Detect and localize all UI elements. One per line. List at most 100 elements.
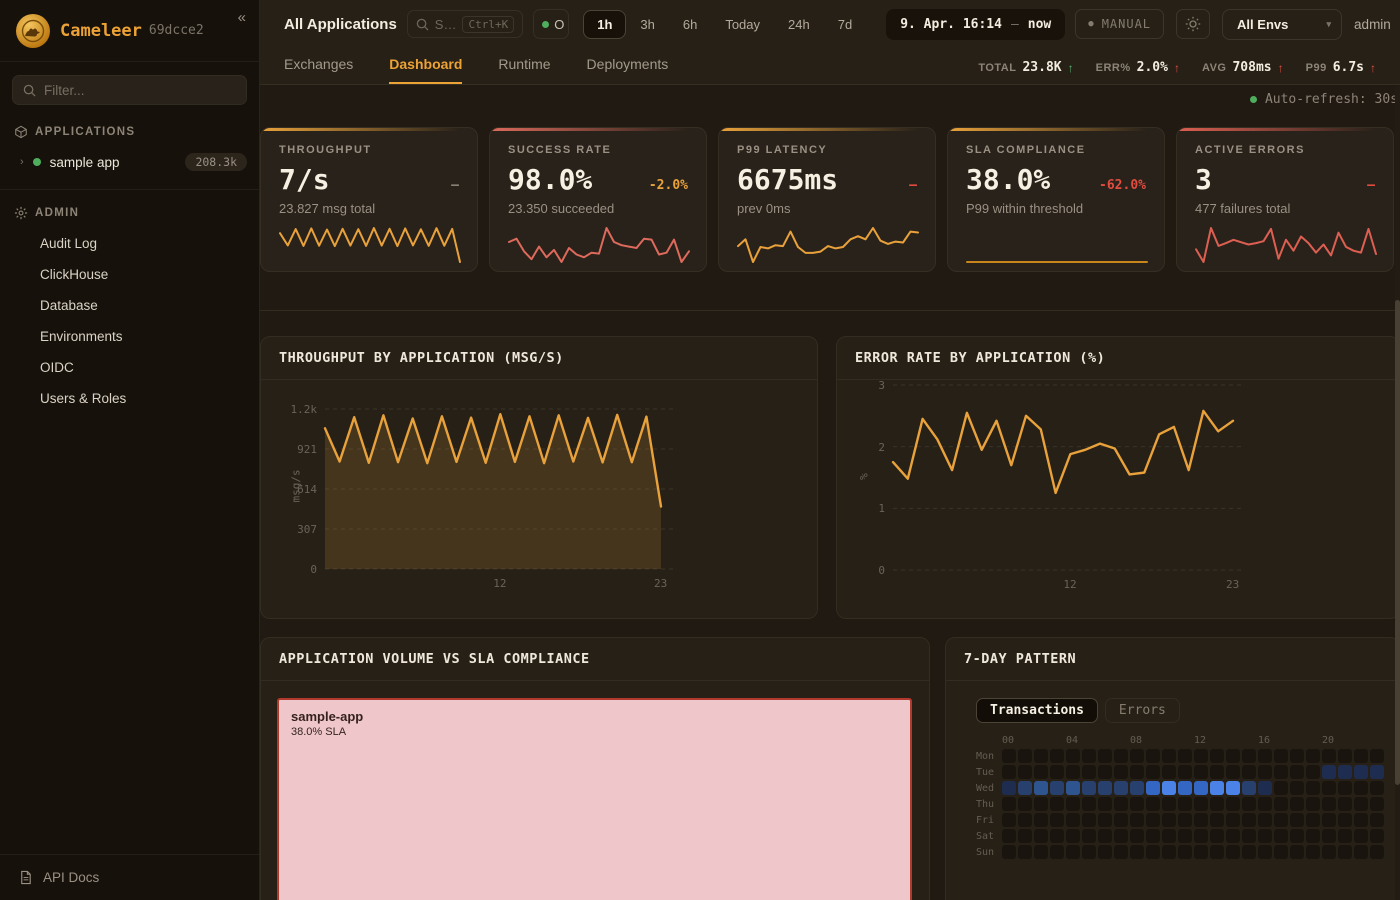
heatmap-cell[interactable] (1162, 765, 1176, 779)
kpi-card-throughput[interactable]: THROUGHPUT7/s–23.827 msg total (260, 127, 478, 272)
heatmap-cell[interactable] (1306, 813, 1320, 827)
kpi-card-success-rate[interactable]: SUCCESS RATE98.0%-2.0%23.350 succeeded (489, 127, 707, 272)
heatmap-cell[interactable] (1146, 749, 1160, 763)
heatmap-cell[interactable] (1210, 797, 1224, 811)
heatmap-cell[interactable] (1354, 797, 1368, 811)
heatmap-cell[interactable] (1002, 781, 1016, 795)
heatmap-cell[interactable] (1066, 781, 1080, 795)
heatmap-cell[interactable] (1242, 781, 1256, 795)
heatmap-cell[interactable] (1002, 749, 1016, 763)
heatmap-cell[interactable] (1130, 749, 1144, 763)
heatmap-cell[interactable] (1354, 765, 1368, 779)
heatmap-cell[interactable] (1226, 813, 1240, 827)
heatmap-cell[interactable] (1130, 797, 1144, 811)
heatmap-cell[interactable] (1338, 845, 1352, 859)
heatmap-cell[interactable] (1082, 845, 1096, 859)
heatmap-cell[interactable] (1082, 765, 1096, 779)
heatmap-cell[interactable] (1050, 813, 1064, 827)
heatmap-cell[interactable] (1162, 781, 1176, 795)
heatmap-cell[interactable] (1338, 781, 1352, 795)
heatmap-cell[interactable] (1066, 749, 1080, 763)
heatmap-cell[interactable] (1258, 749, 1272, 763)
heatmap-cell[interactable] (1018, 749, 1032, 763)
heatmap-cell[interactable] (1290, 813, 1304, 827)
heatmap-cell[interactable] (1370, 829, 1384, 843)
heatmap-cell[interactable] (1290, 749, 1304, 763)
heatmap-cell[interactable] (1098, 845, 1112, 859)
heatmap-cell[interactable] (1274, 749, 1288, 763)
sidebar-item-environments[interactable]: Environments (0, 321, 259, 352)
heatmap-cell[interactable] (1178, 813, 1192, 827)
heatmap-cell[interactable] (1178, 781, 1192, 795)
manual-mode-button[interactable]: ● MANUAL (1075, 9, 1164, 39)
heatmap-cell[interactable] (1082, 813, 1096, 827)
heatmap-cell[interactable] (1082, 781, 1096, 795)
heatmap-cell[interactable] (1242, 829, 1256, 843)
heatmap-cell[interactable] (1354, 845, 1368, 859)
heatmap-cell[interactable] (1354, 829, 1368, 843)
heatmap-cell[interactable] (1066, 813, 1080, 827)
heatmap-cell[interactable] (1082, 749, 1096, 763)
heatmap-cell[interactable] (1098, 829, 1112, 843)
status-button[interactable]: O (533, 9, 569, 39)
heatmap-cell[interactable] (1018, 797, 1032, 811)
heatmap-cell[interactable] (1274, 781, 1288, 795)
heatmap-cell[interactable] (1210, 845, 1224, 859)
heatmap-cell[interactable] (1210, 781, 1224, 795)
heatmap-cell[interactable] (1194, 781, 1208, 795)
heatmap-cell[interactable] (1210, 765, 1224, 779)
kpi-card-sla-compliance[interactable]: SLA COMPLIANCE38.0%-62.0%P99 within thre… (947, 127, 1165, 272)
heatmap-cell[interactable] (1050, 749, 1064, 763)
heatmap-cell[interactable] (1338, 813, 1352, 827)
heatmap-cell[interactable] (1082, 829, 1096, 843)
heatmap-cell[interactable] (1114, 749, 1128, 763)
heatmap-cell[interactable] (1114, 845, 1128, 859)
heatmap-cell[interactable] (1290, 765, 1304, 779)
filter-input[interactable]: Filter... (12, 75, 247, 105)
time-range-today[interactable]: Today (711, 10, 774, 39)
heatmap-cell[interactable] (1162, 829, 1176, 843)
heatmap-cell[interactable] (1338, 749, 1352, 763)
heatmap-cell[interactable] (1034, 749, 1048, 763)
heatmap-toggle-transactions[interactable]: Transactions (976, 698, 1098, 723)
heatmap-cell[interactable] (1002, 829, 1016, 843)
heatmap-cell[interactable] (1338, 797, 1352, 811)
heatmap-cell[interactable] (1258, 765, 1272, 779)
heatmap-cell[interactable] (1194, 845, 1208, 859)
sidebar-item-sample-app[interactable]: › sample app 208.3k (0, 147, 259, 177)
kpi-card-active-errors[interactable]: ACTIVE ERRORS3–477 failures total (1176, 127, 1394, 272)
heatmap-cell[interactable] (1178, 797, 1192, 811)
heatmap-cell[interactable] (1002, 765, 1016, 779)
heatmap-cell[interactable] (1258, 781, 1272, 795)
heatmap-cell[interactable] (1258, 813, 1272, 827)
heatmap-cell[interactable] (1210, 829, 1224, 843)
heatmap-cell[interactable] (1146, 845, 1160, 859)
heatmap-cell[interactable] (1002, 845, 1016, 859)
time-range-3h[interactable]: 3h (626, 10, 668, 39)
heatmap-cell[interactable] (1370, 765, 1384, 779)
heatmap-cell[interactable] (1162, 749, 1176, 763)
heatmap-cell[interactable] (1322, 813, 1336, 827)
heatmap-cell[interactable] (1050, 765, 1064, 779)
heatmap-cell[interactable] (1018, 813, 1032, 827)
tab-dashboard[interactable]: Dashboard (389, 56, 462, 84)
heatmap-cell[interactable] (1194, 749, 1208, 763)
heatmap-toggle-errors[interactable]: Errors (1105, 698, 1180, 723)
date-range-pill[interactable]: 9. Apr. 16:14 — now (886, 9, 1065, 40)
heatmap-cell[interactable] (1194, 829, 1208, 843)
heatmap-cell[interactable] (1242, 813, 1256, 827)
heatmap-cell[interactable] (1370, 781, 1384, 795)
heatmap-cell[interactable] (1130, 829, 1144, 843)
heatmap-cell[interactable] (1370, 845, 1384, 859)
heatmap-cell[interactable] (1322, 797, 1336, 811)
heatmap-cell[interactable] (1258, 845, 1272, 859)
heatmap-cell[interactable] (1370, 749, 1384, 763)
heatmap-cell[interactable] (1226, 829, 1240, 843)
heatmap-cell[interactable] (1354, 781, 1368, 795)
heatmap-cell[interactable] (1162, 813, 1176, 827)
heatmap-cell[interactable] (1146, 829, 1160, 843)
heatmap-cell[interactable] (1290, 781, 1304, 795)
heatmap-cell[interactable] (1370, 813, 1384, 827)
heatmap-cell[interactable] (1034, 845, 1048, 859)
heatmap-cell[interactable] (1050, 797, 1064, 811)
